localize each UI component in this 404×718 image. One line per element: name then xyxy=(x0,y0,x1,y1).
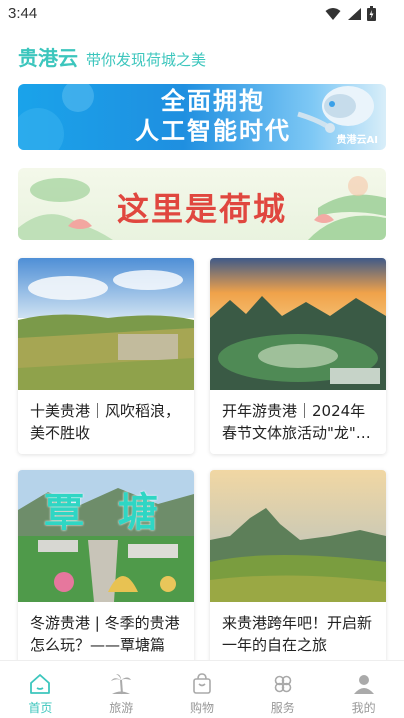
lotus-banner-text: 这里是荷城 xyxy=(116,190,287,228)
article-card[interactable]: 覃 塘 冬游贵港 | 冬季的贵港怎么玩？——覃塘篇 xyxy=(18,470,194,666)
tab-label: 购物 xyxy=(189,701,214,715)
article-title: 冬游贵港 | 冬季的贵港怎么玩？——覃塘篇 xyxy=(30,614,180,654)
tab-label: 服务 xyxy=(270,701,295,715)
tab-profile[interactable]: 我的 xyxy=(323,661,404,718)
article-image xyxy=(210,470,386,602)
article-title: 来贵港跨年吧！开启新一年的自在之旅 xyxy=(222,614,373,654)
article-title: 十美贵港｜风吹稻浪，美不胜收 xyxy=(30,402,181,442)
wifi-icon xyxy=(325,7,341,20)
status-bar: 3:44 xyxy=(0,0,404,30)
card-image-overlay-text: 覃 塘 xyxy=(44,489,168,536)
status-icons xyxy=(325,6,376,21)
tab-travel[interactable]: 旅游 xyxy=(81,661,162,718)
user-icon xyxy=(353,675,374,694)
article-image xyxy=(210,258,386,390)
battery-icon xyxy=(367,6,376,21)
tab-shopping[interactable]: 购物 xyxy=(162,661,243,718)
article-card[interactable]: 来贵港跨年吧！开启新一年的自在之旅 xyxy=(210,470,386,666)
lotus-banner[interactable]: 这里是荷城 xyxy=(18,168,386,240)
app-header: 贵港云 带你发现荷城之美 xyxy=(18,42,206,71)
tab-home[interactable]: 首页 xyxy=(0,661,81,718)
app-title: 贵港云 xyxy=(18,46,78,70)
ai-banner-badge: 贵港云AI xyxy=(336,135,378,146)
services-icon xyxy=(274,675,292,693)
ai-banner-line1: 全面拥抱 xyxy=(161,87,265,115)
home-icon xyxy=(30,674,51,694)
ai-banner-text: 全面拥抱 人工智能时代 xyxy=(128,86,298,146)
tab-label: 旅游 xyxy=(109,701,134,715)
ai-banner-line2: 人工智能时代 xyxy=(135,117,291,145)
signal-icon xyxy=(348,7,361,20)
bottom-tab-bar: 首页 旅游 购物 服务 我的 xyxy=(0,660,404,718)
ai-banner[interactable]: 全面拥抱 人工智能时代 贵港云AI xyxy=(18,84,386,150)
tab-label: 我的 xyxy=(351,701,376,715)
article-card[interactable]: 十美贵港｜风吹稻浪，美不胜收 xyxy=(18,258,194,454)
article-image xyxy=(18,258,194,390)
tab-services[interactable]: 服务 xyxy=(242,661,323,718)
app-subtitle: 带你发现荷城之美 xyxy=(86,51,207,69)
shopping-bag-icon xyxy=(193,673,211,694)
article-title: 开年游贵港｜2024年春节文体旅活动"龙"… xyxy=(222,402,371,442)
tab-label: 首页 xyxy=(28,701,53,715)
article-card[interactable]: 开年游贵港｜2024年春节文体旅活动"龙"… xyxy=(210,258,386,454)
palm-tree-icon xyxy=(111,674,132,695)
status-time: 3:44 xyxy=(8,5,38,22)
